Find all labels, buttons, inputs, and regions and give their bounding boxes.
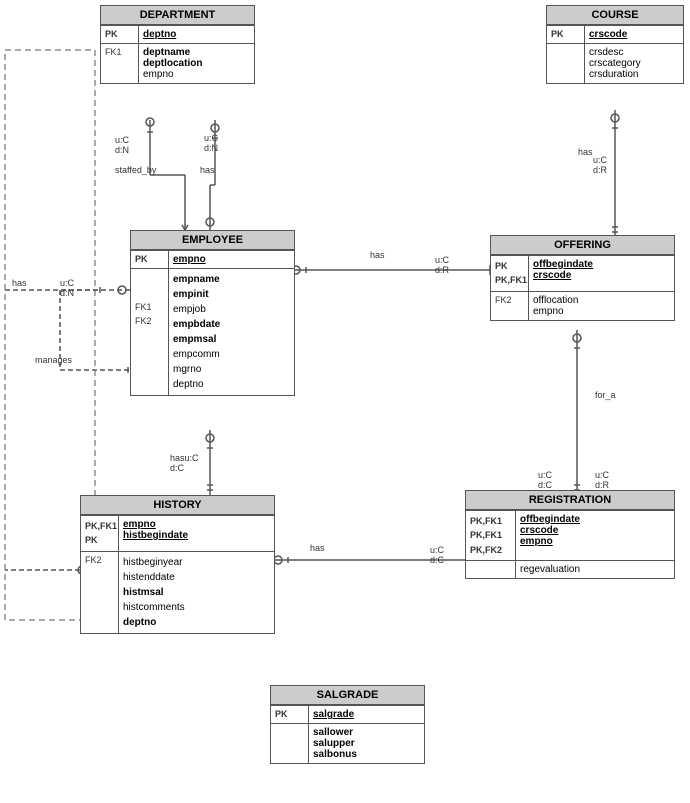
course-pk-label: PK xyxy=(547,26,585,43)
dept-pk-field: deptno xyxy=(139,26,254,43)
diagram-container: staffed_by has u:Cd:N u:Cd:N has u:Cd:R … xyxy=(0,0,690,803)
reg-pk-fields: offbegindate crscode empno xyxy=(516,511,674,560)
dept-fk-label: FK1 xyxy=(101,44,139,83)
history-pk-fields: empno histbegindate xyxy=(119,516,274,551)
entity-course-header: COURSE xyxy=(547,6,683,25)
offering-attrs: offlocation empno xyxy=(529,292,674,320)
label-for-a: for_a xyxy=(595,390,616,400)
emp-pk-label: PK xyxy=(131,251,169,268)
emp-attrs: empname empinit empjob empbdate empmsal … xyxy=(169,269,294,395)
history-fk-label: FK2 xyxy=(81,552,119,633)
label-has-hist: has xyxy=(310,543,325,553)
history-pk-labels: PK,FK1 PK xyxy=(81,516,119,551)
salgrade-pk-field: salgrade xyxy=(309,706,424,723)
course-attrs: crsdesc crscategory crsduration xyxy=(585,44,683,83)
label-uc-dept2: u:Cd:N xyxy=(204,133,218,153)
label-manages: manages xyxy=(35,355,72,365)
course-pk-field: crscode xyxy=(585,26,683,43)
label-has-emp-offer: has xyxy=(370,250,385,260)
reg-attrs: regevaluation xyxy=(516,561,674,578)
label-has-dept: has xyxy=(200,165,215,175)
emp-fk-labels: FK1 FK2 xyxy=(131,269,169,395)
relationship-lines xyxy=(0,0,690,803)
label-staffed-by: staffed_by xyxy=(115,165,156,175)
entity-registration: REGISTRATION PK,FK1 PK,FK1 PK,FK2 offbeg… xyxy=(465,490,675,579)
history-attrs: histbeginyear histenddate histmsal histc… xyxy=(119,552,274,633)
offering-pk-labels: PK PK,FK1 xyxy=(491,256,529,291)
reg-pk-labels: PK,FK1 PK,FK1 PK,FK2 xyxy=(466,511,516,560)
entity-employee: EMPLOYEE PK empno FK1 FK2 empname empini… xyxy=(130,230,295,396)
label-uc-dr-reg: u:Cd:R xyxy=(595,470,609,490)
entity-registration-header: REGISTRATION xyxy=(466,491,674,510)
salgrade-attrs: sallower salupper salbonus xyxy=(309,724,424,763)
label-uc-dr-course: u:Cd:R xyxy=(593,155,607,175)
entity-history-header: HISTORY xyxy=(81,496,274,515)
entity-salgrade: SALGRADE PK salgrade sallower salupper s… xyxy=(270,685,425,764)
emp-pk-field: empno xyxy=(169,251,294,268)
label-has-course: has xyxy=(578,147,593,157)
entity-history: HISTORY PK,FK1 PK empno histbegindate FK… xyxy=(80,495,275,634)
entity-offering: OFFERING PK PK,FK1 offbegindate crscode … xyxy=(490,235,675,321)
label-uc-dr-offer: u:Cd:R xyxy=(435,255,449,275)
salgrade-attr-label xyxy=(271,724,309,763)
label-uc-dn-emp: u:Cd:N xyxy=(60,278,74,298)
entity-employee-header: EMPLOYEE xyxy=(131,231,294,250)
offering-fk-label: FK2 xyxy=(491,292,529,320)
label-has-left: has xyxy=(12,278,27,288)
course-attr-label xyxy=(547,44,585,83)
entity-offering-header: OFFERING xyxy=(491,236,674,255)
label-uc-dc-off: u:Cd:C xyxy=(538,470,552,490)
dept-attrs: deptname deptlocation empno xyxy=(139,44,254,83)
reg-attr-label xyxy=(466,561,516,578)
label-uc-dn-dept: u:Cd:N xyxy=(115,135,129,155)
entity-department: DEPARTMENT PK deptno FK1 deptname deptlo… xyxy=(100,5,255,84)
entity-department-header: DEPARTMENT xyxy=(101,6,254,25)
label-uc-dc-reg: u:Cd:C xyxy=(430,545,444,565)
salgrade-pk-label: PK xyxy=(271,706,309,723)
entity-course: COURSE PK crscode crsdesc crscategory cr… xyxy=(546,5,684,84)
label-hasu-dc: hasu:Cd:C xyxy=(170,453,199,473)
offering-pk-fields: offbegindate crscode xyxy=(529,256,674,291)
dept-pk-label: PK xyxy=(101,26,139,43)
entity-salgrade-header: SALGRADE xyxy=(271,686,424,705)
